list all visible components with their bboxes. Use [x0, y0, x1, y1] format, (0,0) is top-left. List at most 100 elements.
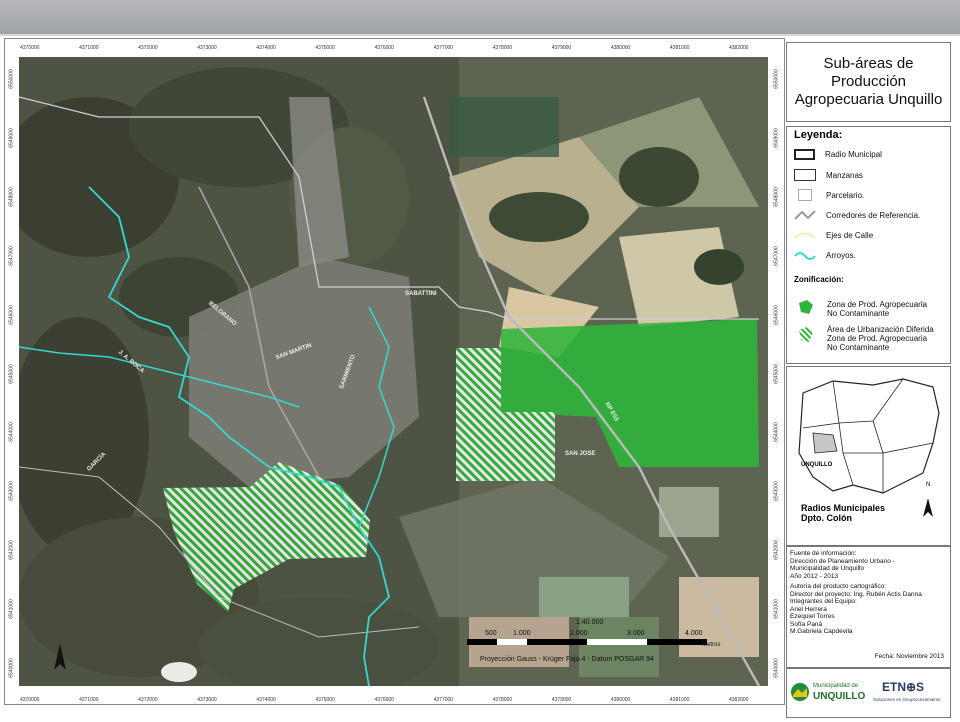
tick-label-top: 4374000: [256, 45, 276, 51]
map-title: Sub-áreas de Producción Agropecuaria Unq…: [794, 55, 943, 108]
legend-item-parcelario: Parcelario.: [794, 186, 864, 204]
parcelario-symbol: [798, 189, 812, 201]
tick-label-left: 6543000: [8, 481, 15, 502]
scale-label-3000: 3.000: [627, 630, 645, 637]
street-label-sabattini: SABATTINI: [405, 291, 437, 297]
tick-label-left: 6549000: [8, 128, 15, 148]
tick-label-top: 4378000: [492, 45, 513, 51]
tick-label-top: 4379000: [551, 45, 572, 51]
tick-label-top: 4380000: [610, 45, 631, 51]
tick-label-right: 6545000: [773, 363, 780, 384]
tick-label-right: 6542000: [773, 540, 780, 560]
tick-label-top: 4372000: [138, 45, 158, 51]
radio-municipal-symbol: [794, 148, 815, 160]
tick-label-right: 6546000: [773, 304, 780, 325]
tick-label-left: 6542000: [8, 540, 15, 560]
tick-label-top: 4375000: [315, 45, 335, 51]
tick-label-top: 4377000: [433, 45, 454, 51]
scale-ratio: 1:40.000: [576, 619, 604, 626]
corredores-symbol: [794, 210, 816, 220]
municipality-logo-small: Municipalidad de: [813, 683, 859, 689]
tick-label-right: 6544000: [773, 422, 780, 443]
locator-north-label: N: [926, 482, 931, 488]
scale-unit: Metros: [702, 642, 721, 648]
tick-label-right: 6549000: [773, 128, 780, 148]
map-date: Fecha: Noviembre 2013: [874, 653, 944, 660]
map-sidebar: Sub-áreas de Producción Agropecuaria Unq…: [786, 42, 951, 718]
company-tagline: Soluciones en Geoprocesamiento: [873, 697, 941, 702]
tick-label-top: 4382000: [729, 45, 749, 51]
tick-label-bottom: 4370000: [20, 697, 40, 703]
tick-label-left: 6547000: [8, 245, 15, 266]
municipality-logo-icon: [791, 683, 809, 701]
quarry-spot: [161, 662, 197, 682]
map-frame: SABATTINI SAN JOSE RP E53 BELGRANO J. A.…: [4, 38, 785, 705]
logos-box: Municipalidad de UNQUILLO ETN⊕S Solucion…: [786, 668, 951, 718]
tick-label-left: 6548000: [8, 187, 15, 207]
tick-label-bottom: 4377000: [433, 697, 454, 703]
legend-item-arroyos: Arroyos.: [794, 246, 856, 264]
tick-label-bottom: 4374000: [256, 697, 276, 703]
scale-label-2000: 2.000: [570, 630, 588, 637]
street-label-san-jose: SAN JOSE: [565, 451, 596, 457]
zoning-heading: Zonificación:: [794, 275, 844, 284]
arroyos-symbol: [794, 252, 816, 260]
satellite-map[interactable]: [19, 57, 768, 686]
tick-label-left: 6545000: [8, 363, 15, 384]
map-title-box: Sub-áreas de Producción Agropecuaria Unq…: [786, 42, 951, 122]
legend-item-radio: Radio Municipal: [794, 145, 882, 163]
tick-label-bottom: 4376000: [374, 697, 394, 703]
locator-map-box: UNQUILLO Radios Municipales Dpto. Colón …: [786, 366, 951, 546]
tick-label-top: 4376000: [374, 45, 394, 51]
tick-label-left: 6546000: [8, 304, 15, 325]
tick-label-right: 6540000: [773, 658, 780, 678]
legend-heading: Leyenda:: [794, 129, 843, 141]
scale-bar: [467, 639, 712, 645]
tick-label-bottom: 4379000: [551, 697, 572, 703]
scale-label-1000: 1.000: [513, 630, 531, 637]
credits-box: Fuente de información: Dirección de Plan…: [786, 546, 951, 668]
zone-solid-label: Zona de Prod. Agropecuaria No Contaminan…: [827, 300, 928, 318]
locator-map: [798, 378, 940, 494]
tick-label-left: 6550000: [8, 69, 15, 89]
source-block: Fuente de información: Dirección de Plan…: [790, 550, 895, 580]
company-logo-text: ETN⊕S: [882, 680, 925, 694]
tick-label-right: 6548000: [773, 187, 780, 207]
tick-label-top: 4370000: [20, 45, 40, 51]
tick-label-top: 4371000: [79, 45, 99, 51]
tick-label-top: 4373000: [197, 45, 217, 51]
north-arrow-icon: [54, 644, 66, 670]
tick-label-bottom: 4373000: [197, 697, 217, 703]
tick-label-left: 6541000: [8, 599, 15, 619]
zone-solid-symbol: [799, 300, 813, 314]
projection-note: Proyección Gauss - Krüger Faja 4 - Datum…: [480, 656, 654, 663]
legend-box: Leyenda: Radio Municipal Manzanas Parcel…: [786, 126, 951, 364]
tick-label-bottom: 4371000: [79, 697, 99, 703]
authors-block: Autoría del producto cartográfico: Direc…: [790, 583, 922, 635]
locator-highlight-label: UNQUILLO: [801, 462, 833, 468]
locator-north-icon: [923, 498, 933, 517]
ejes-calle-symbol: [794, 232, 816, 239]
tick-label-bottom: 4372000: [138, 697, 158, 703]
window-top-bar: [0, 0, 960, 34]
tick-label-top: 4381000: [669, 45, 690, 51]
scale-label-500: 500: [485, 630, 497, 637]
legend-item-ejes: Ejes de Calle: [794, 226, 873, 244]
tick-label-bottom: 4375000: [315, 697, 335, 703]
tick-label-right: 6550000: [773, 69, 780, 89]
manzanas-symbol: [794, 169, 816, 181]
legend-item-manzanas: Manzanas: [794, 166, 863, 184]
zone-hatched-label: Área de Urbanización Diferida Zona de Pr…: [827, 325, 934, 352]
zone-hatched-symbol: [799, 327, 813, 342]
tick-label-right: 6543000: [773, 481, 780, 502]
tick-label-left: 6540000: [8, 658, 15, 678]
tick-label-bottom: 4380000: [610, 697, 631, 703]
municipality-logo-text: UNQUILLO: [813, 691, 866, 702]
tick-label-right: 6547000: [773, 245, 780, 266]
tick-label-bottom: 4382000: [729, 697, 749, 703]
scale-label-4000: 4.000: [685, 630, 703, 637]
tick-label-bottom: 4378000: [492, 697, 513, 703]
tick-label-right: 6541000: [773, 599, 780, 619]
tick-label-left: 6544000: [8, 422, 15, 443]
tick-label-bottom: 4381000: [669, 697, 690, 703]
